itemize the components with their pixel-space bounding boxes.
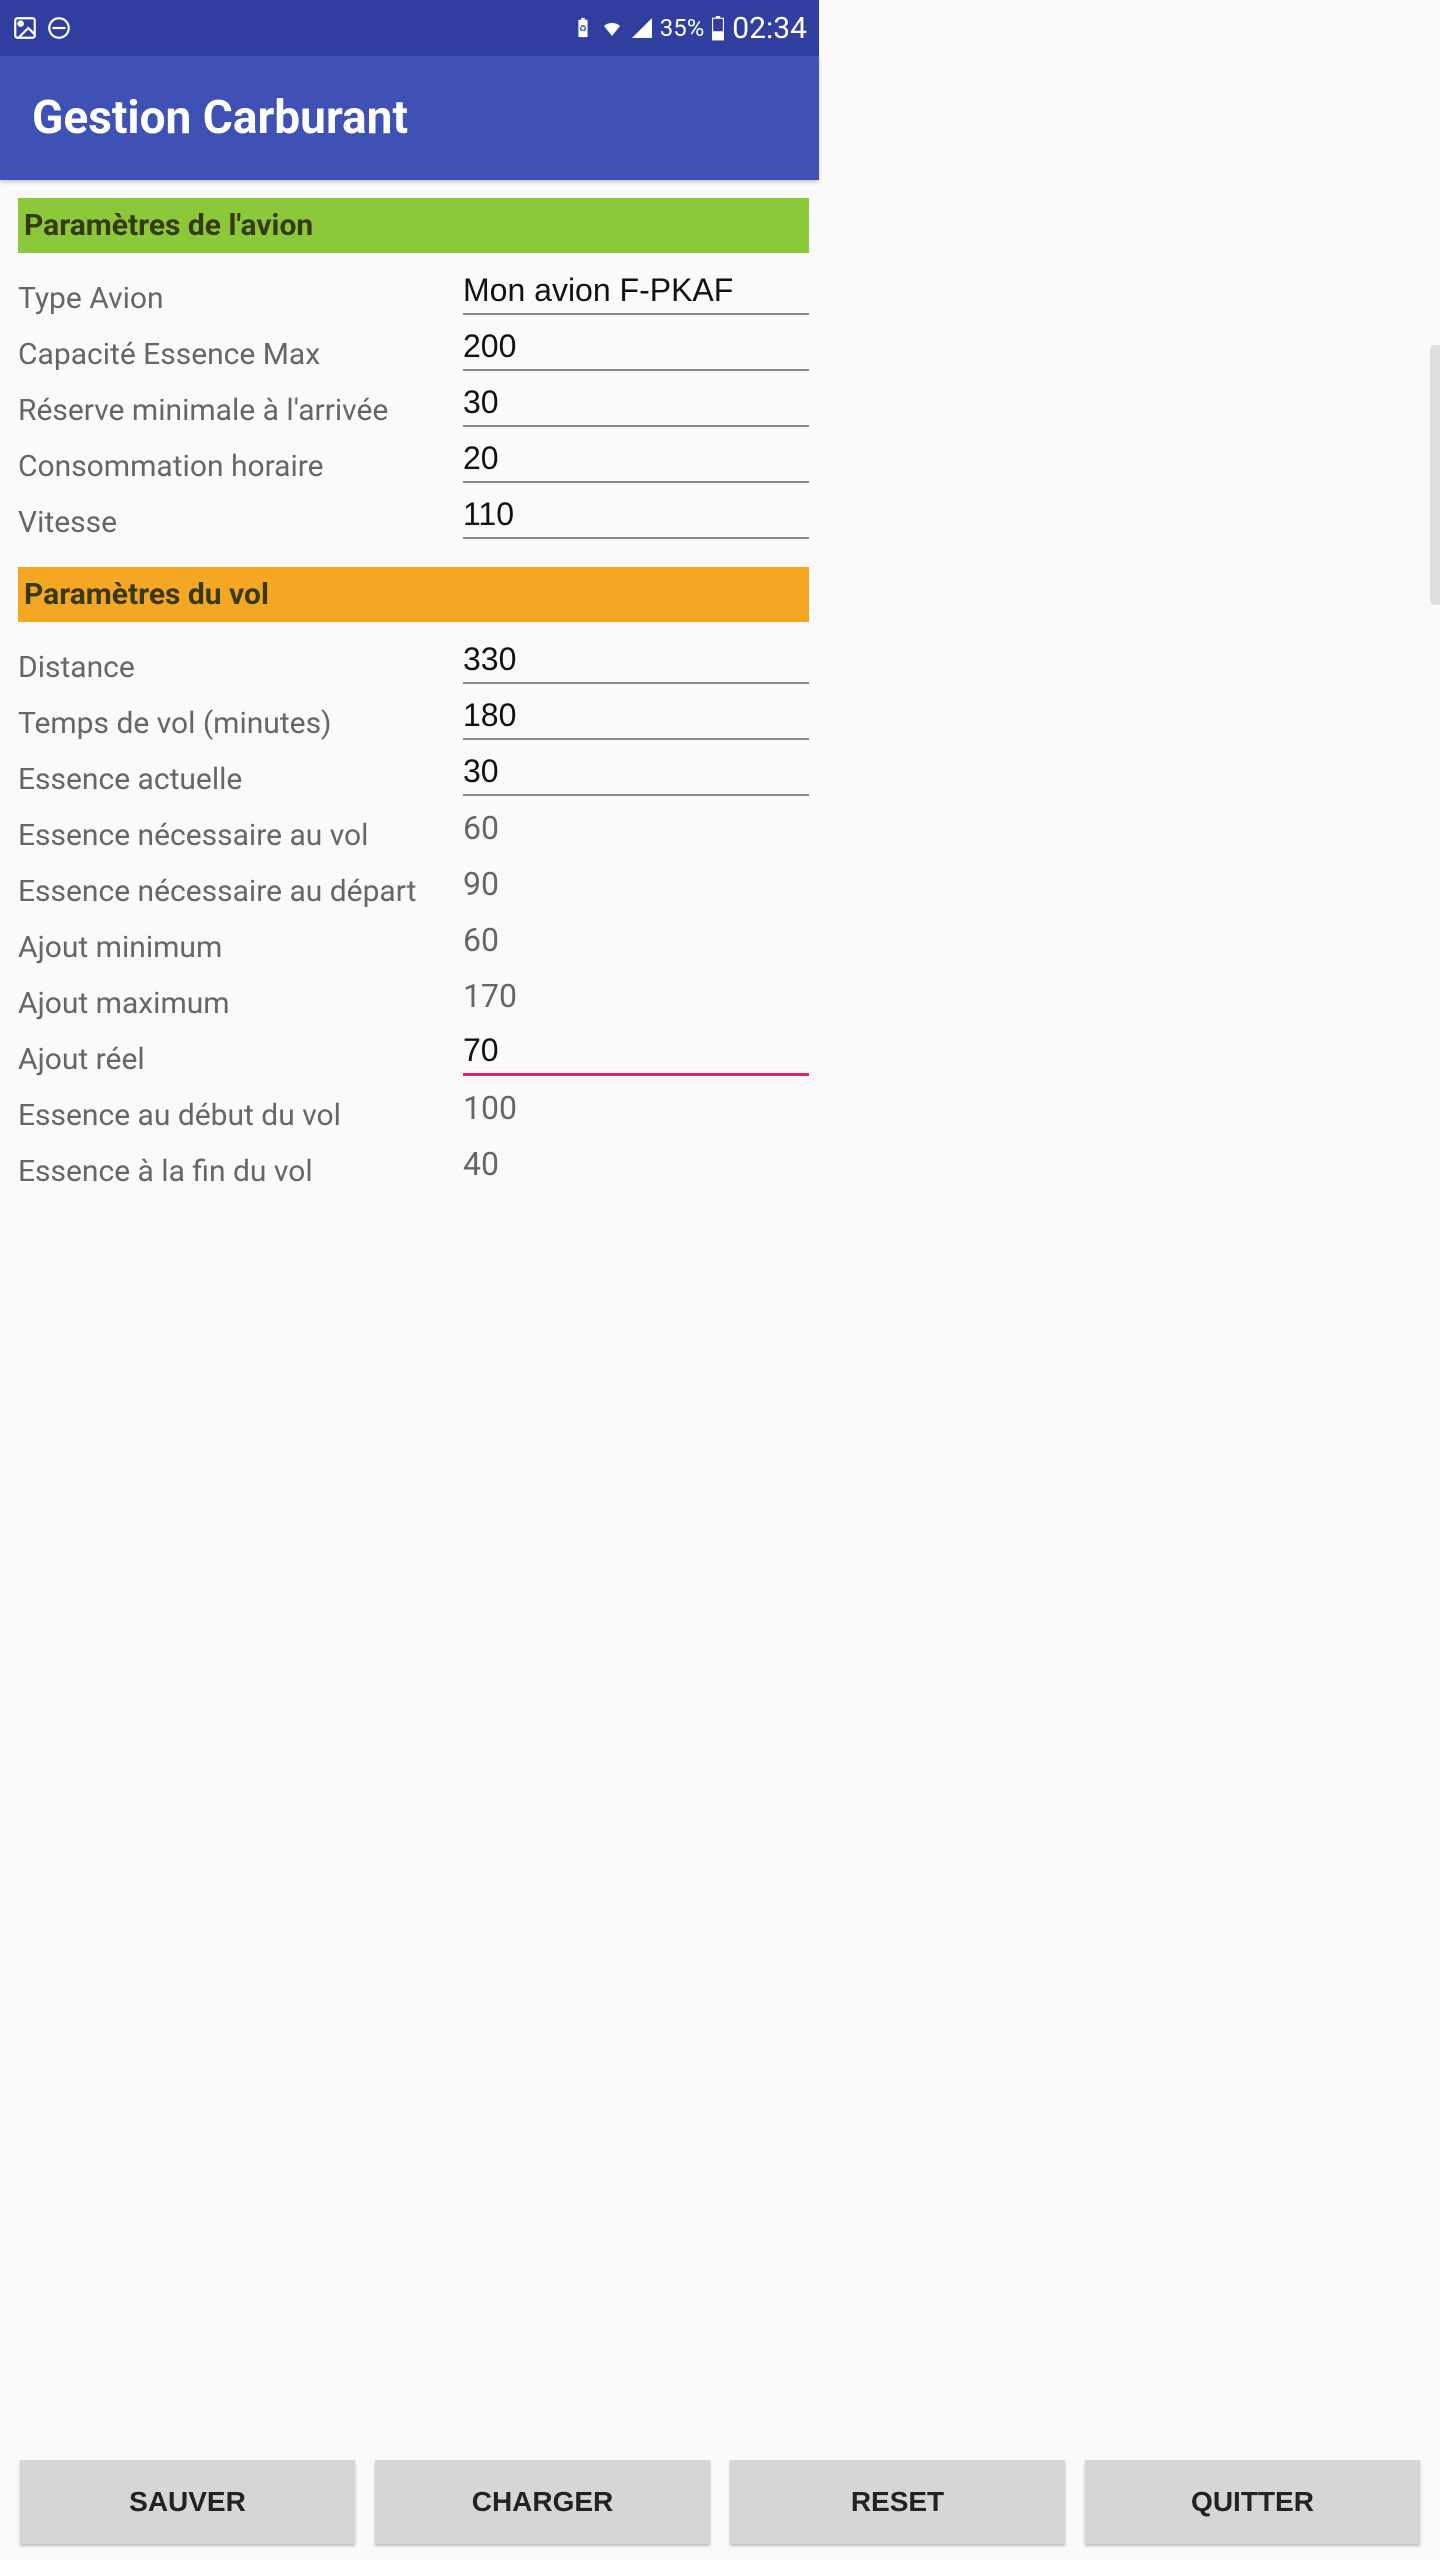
- input-consumption[interactable]: [463, 436, 809, 483]
- image-icon: [12, 15, 38, 41]
- label-fuelstart: Essence au début du vol: [18, 1084, 463, 1133]
- clock: 02:34: [732, 11, 807, 46]
- readout-fuelneeded: 60: [463, 805, 809, 851]
- quit-button[interactable]: QUITTER: [1085, 2460, 1420, 2544]
- readout-addmin: 60: [463, 917, 809, 963]
- save-button[interactable]: SAUVER: [20, 2460, 355, 2544]
- readout-fuelend: 40: [463, 1141, 809, 1187]
- battery-percent: 35%: [660, 14, 705, 42]
- load-button[interactable]: CHARGER: [375, 2460, 710, 2544]
- label-addmin: Ajout minimum: [18, 916, 463, 965]
- dnd-icon: [46, 15, 72, 41]
- button-row: SAUVER CHARGER RESET QUITTER: [0, 2460, 1440, 2544]
- section-header-plane: Paramètres de l'avion: [18, 198, 809, 253]
- app-bar: Gestion Carburant: [0, 56, 819, 180]
- input-flighttime[interactable]: [463, 693, 809, 740]
- readout-fuelstart: 100: [463, 1085, 809, 1131]
- label-addreal: Ajout réel: [18, 1028, 463, 1077]
- main-content: Paramètres de l'avion Type Avion Capacit…: [0, 180, 819, 1192]
- input-capacity[interactable]: [463, 324, 809, 371]
- battery-saver-icon: ♻: [572, 17, 594, 39]
- input-addreal[interactable]: [463, 1028, 809, 1076]
- svg-text:♻: ♻: [579, 25, 587, 35]
- app-title: Gestion Carburant: [32, 91, 408, 145]
- label-distance: Distance: [18, 636, 463, 685]
- battery-icon: [710, 15, 726, 41]
- reset-button[interactable]: RESET: [730, 2460, 1065, 2544]
- label-capacity: Capacité Essence Max: [18, 323, 463, 372]
- input-currentfuel[interactable]: [463, 749, 809, 796]
- readout-addmax: 170: [463, 973, 809, 1019]
- label-speed: Vitesse: [18, 491, 463, 540]
- label-addmax: Ajout maximum: [18, 972, 463, 1021]
- readout-fueldepart: 90: [463, 861, 809, 907]
- label-currentfuel: Essence actuelle: [18, 748, 463, 797]
- input-speed[interactable]: [463, 492, 809, 539]
- signal-icon: [630, 16, 654, 40]
- input-reserve[interactable]: [463, 380, 809, 427]
- label-reserve: Réserve minimale à l'arrivée: [18, 379, 463, 428]
- label-flighttime: Temps de vol (minutes): [18, 692, 463, 741]
- label-consumption: Consommation horaire: [18, 435, 463, 484]
- status-bar: ♻ 35% 02:34: [0, 0, 819, 56]
- label-type-avion: Type Avion: [18, 267, 463, 316]
- scroll-handle[interactable]: [1430, 345, 1440, 605]
- label-fueldepart: Essence nécessaire au départ: [18, 860, 463, 909]
- label-fuelneeded: Essence nécessaire au vol: [18, 804, 463, 853]
- input-type-avion[interactable]: [463, 268, 809, 315]
- input-distance[interactable]: [463, 637, 809, 684]
- label-fuelend: Essence à la fin du vol: [18, 1140, 463, 1189]
- wifi-icon: [600, 16, 624, 40]
- section-header-flight: Paramètres du vol: [18, 567, 809, 622]
